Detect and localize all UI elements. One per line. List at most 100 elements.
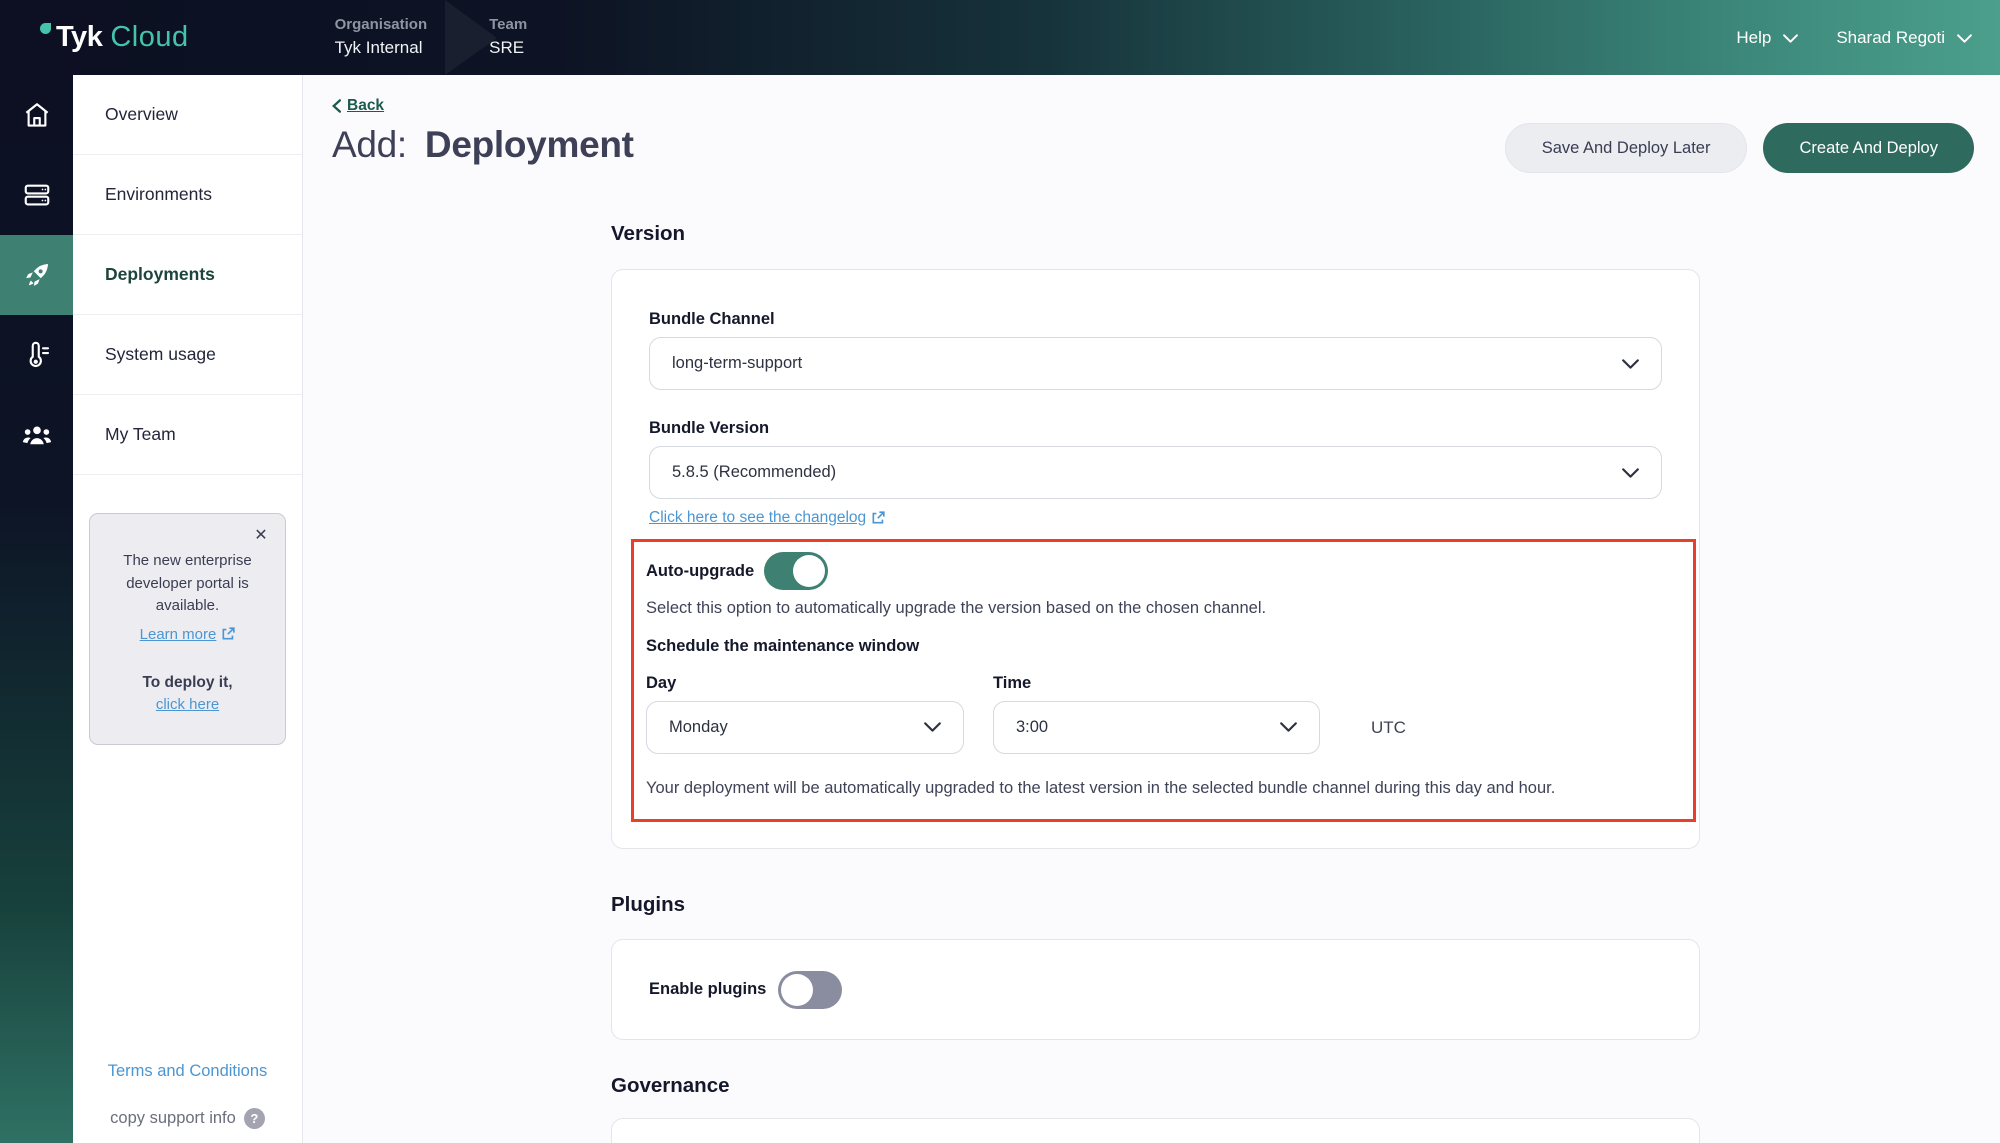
day-label: Day (646, 674, 964, 693)
click-here-label: click here (156, 696, 219, 713)
learn-more-link[interactable]: Learn more (140, 626, 236, 643)
external-link-icon (221, 627, 235, 641)
sidebar-item-system-usage[interactable]: System usage (73, 315, 302, 395)
schedule-description: Your deployment will be automatically up… (646, 776, 1656, 802)
learn-more-label: Learn more (140, 626, 217, 643)
time-select[interactable]: 3:00 (993, 701, 1320, 754)
sidebar-item-label: My Team (105, 424, 176, 445)
tyk-cloud-logo[interactable]: Tyk Cloud (40, 21, 189, 54)
thermometer-icon (22, 340, 52, 370)
external-link-icon (871, 511, 885, 525)
tyk-leaf-icon (40, 23, 51, 34)
rail-item-deployments[interactable] (0, 235, 73, 315)
user-name: Sharad Regoti (1836, 28, 1945, 48)
enable-plugins-label: Enable plugins (649, 980, 766, 999)
bundle-channel-label: Bundle Channel (649, 310, 1662, 329)
terms-and-conditions-link[interactable]: Terms and Conditions (73, 1062, 302, 1081)
logo-suffix-text: Cloud (110, 21, 188, 54)
page-title-main: Deployment (425, 124, 634, 165)
auto-upgrade-description: Select this option to automatically upgr… (646, 597, 1669, 621)
plugins-card: Enable plugins (611, 939, 1700, 1040)
changelog-label: Click here to see the changelog (649, 509, 866, 527)
user-menu[interactable]: Sharad Regoti (1836, 28, 1972, 48)
rail-item-system-usage[interactable] (0, 315, 73, 395)
icon-rail (0, 75, 73, 1143)
organisation-switcher[interactable]: Organisation Tyk Internal (335, 0, 428, 75)
chevron-left-icon (332, 99, 341, 113)
team-value: SRE (489, 36, 527, 61)
header-buttons: Save And Deploy Later Create And Deploy (1505, 123, 1974, 173)
back-link[interactable]: Back (332, 97, 384, 115)
sidebar-item-deployments[interactable]: Deployments (73, 235, 302, 315)
click-here-link[interactable]: click here (156, 696, 219, 713)
auto-upgrade-label: Auto-upgrade (646, 562, 754, 581)
version-card: Bundle Channel long-term-support Bundle … (611, 269, 1700, 849)
rail-item-environments[interactable] (0, 155, 73, 235)
sidebar-item-label: Overview (105, 104, 178, 125)
timezone-label: UTC (1371, 718, 1406, 738)
chevron-down-icon (1783, 34, 1798, 43)
chevron-down-icon (924, 722, 941, 732)
save-and-deploy-later-button[interactable]: Save And Deploy Later (1505, 123, 1748, 173)
auto-upgrade-toggle[interactable] (764, 552, 828, 590)
sidebar-item-overview[interactable]: Overview (73, 75, 302, 155)
changelog-link[interactable]: Click here to see the changelog (649, 509, 885, 527)
chevron-down-icon (1280, 722, 1297, 732)
question-icon: ? (244, 1108, 265, 1129)
topbar-actions: Help Sharad Regoti (1736, 28, 1972, 48)
sidebar-item-label: Deployments (105, 264, 215, 285)
chevron-down-icon (1957, 34, 1972, 43)
rocket-icon (22, 260, 52, 290)
developer-portal-notice: ✕ The new enterprise developer portal is… (89, 513, 286, 745)
enable-plugins-toggle[interactable] (778, 971, 842, 1009)
team-label: Team (489, 14, 527, 36)
form-content: Version Bundle Channel long-term-support… (611, 222, 1700, 1143)
logo-brand-text: Tyk (56, 21, 102, 54)
sidebar-item-label: System usage (105, 344, 216, 365)
people-icon (21, 420, 53, 450)
create-and-deploy-button[interactable]: Create And Deploy (1763, 123, 1974, 173)
governance-heading: Governance (611, 1074, 1700, 1098)
bundle-version-label: Bundle Version (649, 419, 1662, 438)
time-label: Time (993, 674, 1320, 693)
toggle-knob (793, 555, 825, 587)
sidebar-item-label: Environments (105, 184, 212, 205)
page-title-prefix: Add: (332, 124, 407, 165)
server-icon (22, 180, 52, 210)
day-select[interactable]: Monday (646, 701, 964, 754)
chevron-down-icon (1622, 468, 1639, 478)
time-value: 3:00 (1016, 718, 1048, 737)
notice-message: The new enterprise developer portal is a… (104, 550, 271, 618)
copy-support-info-label: copy support info (110, 1109, 236, 1128)
governance-card (611, 1118, 1700, 1143)
main-content: Back Add: Deployment Save And Deploy Lat… (303, 75, 2000, 1143)
bundle-channel-value: long-term-support (672, 354, 802, 373)
topbar: Tyk Cloud Organisation Tyk Internal Team… (0, 0, 2000, 75)
toggle-knob (781, 974, 813, 1006)
back-label: Back (347, 97, 384, 115)
bundle-version-select[interactable]: 5.8.5 (Recommended) (649, 446, 1662, 499)
sidebar-item-my-team[interactable]: My Team (73, 395, 302, 475)
team-switcher[interactable]: Team SRE (489, 0, 527, 75)
day-value: Monday (669, 718, 728, 737)
schedule-window-label: Schedule the maintenance window (646, 637, 1669, 656)
deploy-prompt: To deploy it, (104, 674, 271, 692)
bundle-channel-select[interactable]: long-term-support (649, 337, 1662, 390)
auto-upgrade-highlight-box: Auto-upgrade Select this option to autom… (631, 539, 1696, 822)
help-menu[interactable]: Help (1736, 28, 1798, 48)
copy-support-info-button[interactable]: copy support info ? (73, 1108, 302, 1129)
chevron-down-icon (1622, 359, 1639, 369)
breadcrumb: Organisation Tyk Internal Team SRE (335, 0, 528, 75)
organisation-value: Tyk Internal (335, 36, 428, 61)
close-icon[interactable]: ✕ (251, 526, 271, 546)
organisation-label: Organisation (335, 14, 428, 36)
version-heading: Version (611, 222, 1700, 246)
help-label: Help (1736, 28, 1771, 48)
sidebar-item-environments[interactable]: Environments (73, 155, 302, 235)
bundle-version-value: 5.8.5 (Recommended) (672, 463, 836, 482)
sidebar-menu: Overview Environments Deployments System… (73, 75, 303, 1143)
plugins-heading: Plugins (611, 893, 1700, 917)
home-icon (22, 100, 52, 130)
rail-item-my-team[interactable] (0, 395, 73, 475)
rail-item-overview[interactable] (0, 75, 73, 155)
